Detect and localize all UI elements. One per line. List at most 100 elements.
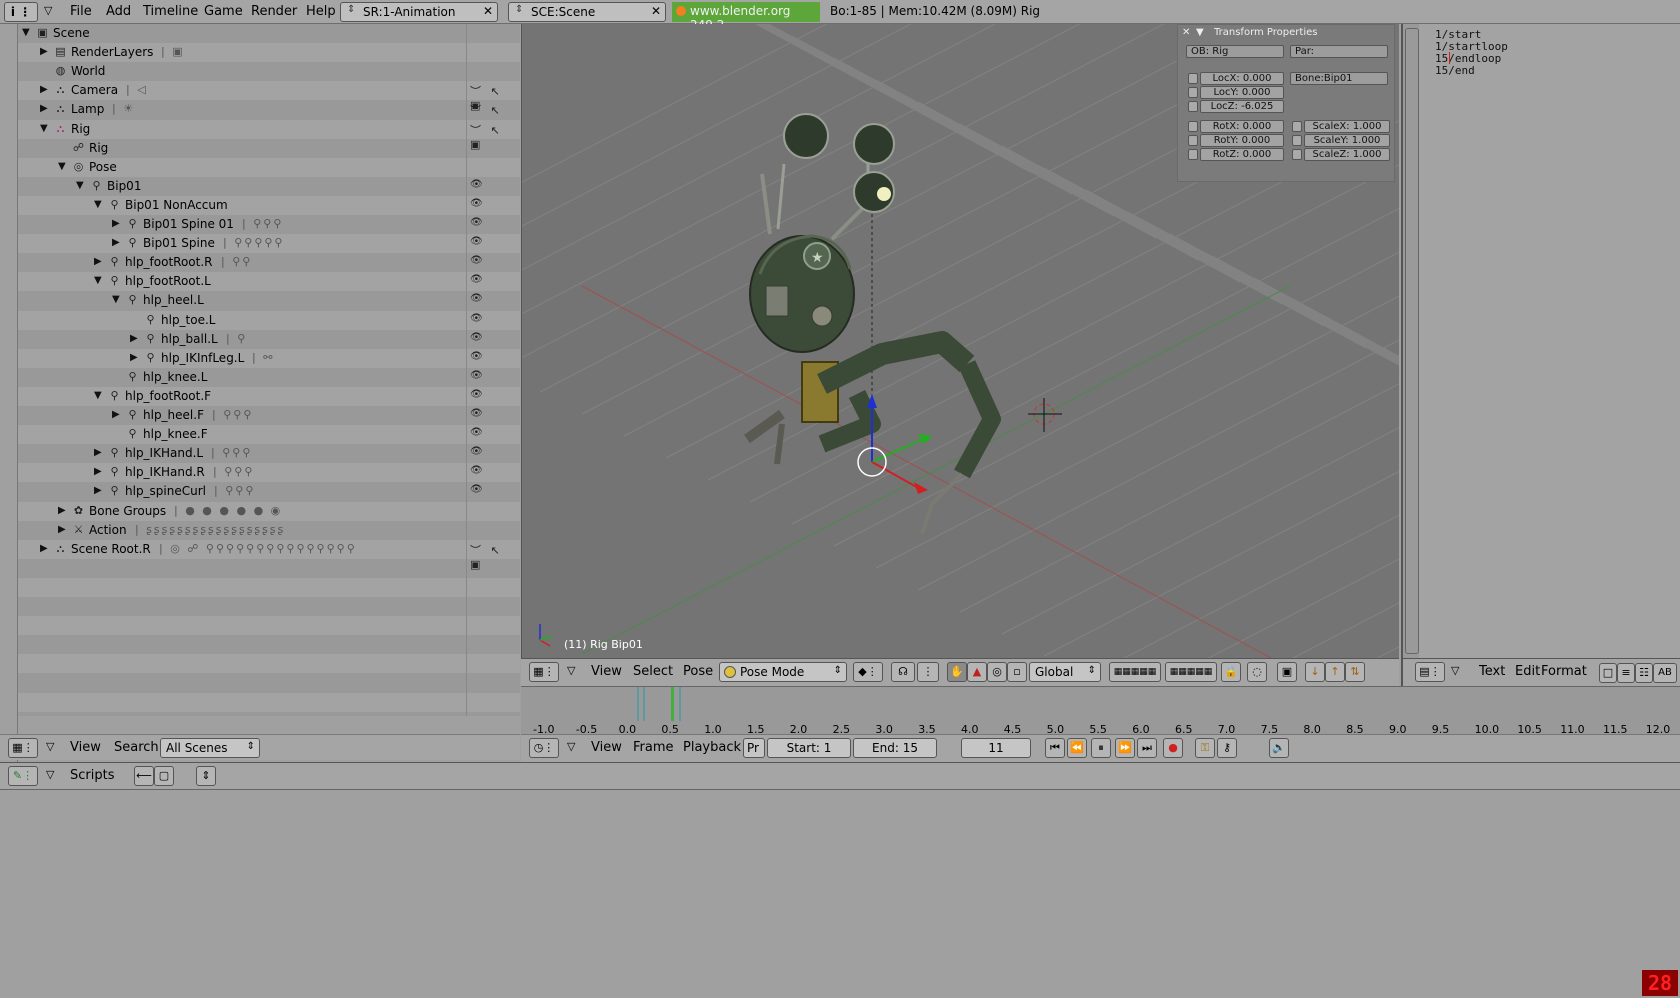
outliner-row[interactable]: ☍ Rig xyxy=(18,139,520,158)
scaley-field[interactable]: ScaleY: 1.000 xyxy=(1304,134,1390,147)
viewport-pose-menu[interactable]: Pose xyxy=(683,664,713,679)
lock-icon[interactable] xyxy=(1188,73,1198,84)
layer-buttons-1[interactable]: ▦▦▦▦▦ xyxy=(1109,662,1161,682)
menu-timeline[interactable]: Timeline xyxy=(143,4,198,19)
pivot-icon[interactable]: ☊ xyxy=(891,662,915,682)
locy-field[interactable]: LocY: 0.000 xyxy=(1200,86,1284,99)
outliner-row[interactable]: ▶⛬Lamp| ☀︶ ↖ ▣ xyxy=(18,100,520,131)
expand-right-icon[interactable]: ▶ xyxy=(130,333,138,344)
viewport-view-menu[interactable]: View xyxy=(591,664,622,679)
timeline-editor-type-icon[interactable]: ◷⋮ xyxy=(529,738,559,758)
locx-field[interactable]: LocX: 0.000 xyxy=(1200,72,1284,85)
outliner-row[interactable]: ⚲ hlp_toe.L 👁 xyxy=(18,310,520,330)
timeline-panel[interactable]: -1.0 -0.5 0.0 0.5 1.0 1.5 2.0 2.5 3.0 3.5 4.0 4.5 5.… xyxy=(521,686,1680,736)
snap-icon[interactable]: ⋮ xyxy=(917,662,939,682)
outliner-row[interactable]: ▶ ⛬ Scene Root.R | ◎ ☍ ⚲⚲⚲⚲⚲⚲⚲⚲⚲⚲⚲⚲⚲⚲⚲ ︶ ↖ ▣ xyxy=(18,539,520,571)
format-menu[interactable]: Format xyxy=(1541,664,1587,679)
outliner-row[interactable]: ▼ ⚲ Bip01 NonAccum 👁 xyxy=(18,195,520,215)
expand-down-icon[interactable]: ▼ xyxy=(94,390,102,401)
menu-add[interactable]: Add xyxy=(106,4,131,19)
onion-skin-icon[interactable]: ◌ xyxy=(1247,662,1267,682)
close-icon[interactable]: ✕ xyxy=(1182,25,1190,40)
expand-right-icon[interactable]: ▶ xyxy=(94,256,102,267)
visibility-eye-icon[interactable]: 👁 xyxy=(470,484,483,495)
scalex-field[interactable]: ScaleX: 1.000 xyxy=(1304,120,1390,133)
lock-icon[interactable] xyxy=(1188,101,1198,112)
lock-icon[interactable] xyxy=(1292,135,1302,146)
outliner-row[interactable]: ⚲ hlp_knee.L 👁 xyxy=(18,368,520,387)
expand-right-icon[interactable]: ▶ xyxy=(40,46,48,57)
expand-right-icon[interactable]: ▶ xyxy=(112,218,120,229)
lock-layers-icon[interactable]: 🔒 xyxy=(1221,662,1241,682)
collapse-icon[interactable]: ▼ xyxy=(1196,25,1204,40)
outliner-row[interactable]: ▶ ✿ Bone Groups | ● ● ● ● ● ◉ xyxy=(18,501,520,521)
blender-url-badge[interactable]: www.blender.org 249.2 xyxy=(672,2,820,32)
menu-game[interactable]: Game xyxy=(204,4,243,19)
menu-help[interactable]: Help xyxy=(306,4,336,19)
viewport-select-menu[interactable]: Select xyxy=(633,664,673,679)
outliner-row[interactable]: ▼ ▣ Scene xyxy=(18,24,520,43)
outliner-row[interactable]: ▼ ⚲ Bip01 👁 xyxy=(18,177,520,196)
rotx-field[interactable]: RotX: 0.000 xyxy=(1200,120,1284,133)
outliner-row[interactable]: ▼ ⚲ hlp_footRoot.F 👁 xyxy=(18,386,520,406)
3d-viewport[interactable]: ★ (11) Rig Bip01 ✕ ▼ Transform Propertie… xyxy=(521,24,1399,658)
outliner-row[interactable]: ▶ ⚲ hlp_IKHand.R | ⚲⚲⚲ 👁 xyxy=(18,463,520,483)
expand-down-icon[interactable]: ▼ xyxy=(94,275,102,286)
expand-right-icon[interactable]: ▶ xyxy=(112,237,120,248)
expand-right-icon[interactable]: ▶ xyxy=(112,409,120,420)
outliner-row[interactable]: ▶ ⚲ hlp_spineCurl | ⚲⚲⚲ 👁 xyxy=(18,482,520,501)
jump-start-icon[interactable]: ⏮ xyxy=(1045,738,1065,758)
outliner-row[interactable]: ▼ ⛬ Rig ︶ ↖ ▣ xyxy=(18,119,520,151)
outliner-editor-type-icon[interactable]: ▦⋮ xyxy=(8,738,38,758)
timeline-frame-menu[interactable]: Frame xyxy=(633,740,674,755)
outliner-row[interactable]: ▶ ⚲ hlp_ball.L | ⚲ 👁 xyxy=(18,330,520,349)
timeline-view-menu[interactable]: View xyxy=(591,740,622,755)
current-frame-field[interactable]: 11 xyxy=(961,738,1031,758)
screen-selector[interactable]: ⇕ SR:1-Animation ✕ xyxy=(340,2,498,22)
script-select-icon[interactable]: ⇕ xyxy=(196,766,216,786)
outliner-row[interactable]: ▼ ⚲ hlp_heel.L 👁 xyxy=(18,291,520,310)
expand-down-icon[interactable]: ▼ xyxy=(58,161,66,172)
visibility-eye-icon[interactable]: 👁 xyxy=(470,179,483,190)
scene-selector[interactable]: ⇕ SCE:Scene ✕ xyxy=(508,2,666,22)
text-editor-panel[interactable]: 1/start 1/startloop 15/endloop 15/end xyxy=(1401,24,1680,658)
mode-select[interactable]: Pose Mode ⇕ xyxy=(719,662,847,682)
header-collapse-icon[interactable]: ▽ xyxy=(46,768,54,781)
visibility-eye-icon[interactable]: 👁 xyxy=(470,293,483,304)
paste-flipped-pose-icon[interactable]: ⇅ xyxy=(1345,662,1365,682)
end-frame-field[interactable]: End: 15 xyxy=(853,738,937,758)
preview-range-button[interactable]: Pr xyxy=(743,738,765,758)
paste-pose-icon[interactable]: ↑ xyxy=(1325,662,1345,682)
info-window-icon[interactable]: i ⋮ xyxy=(4,2,38,22)
outliner-row[interactable]: ⚲ hlp_knee.F 👁 xyxy=(18,425,520,445)
expand-down-icon[interactable]: ▼ xyxy=(112,294,120,305)
text-editor-type-icon[interactable]: ▤⋮ xyxy=(1415,662,1445,682)
back-arrow-icon[interactable]: ⟵ xyxy=(134,766,154,786)
prev-keyframe-icon[interactable]: ⏪ xyxy=(1067,738,1087,758)
expand-right-icon[interactable]: ▶ xyxy=(94,466,102,477)
lock-icon[interactable] xyxy=(1188,149,1198,160)
expand-right-icon[interactable]: ▶ xyxy=(40,543,48,554)
lock-icon[interactable] xyxy=(1292,121,1302,132)
expand-right-icon[interactable]: ▶ xyxy=(40,103,48,114)
outliner-scope-select[interactable]: All Scenes ⇕ xyxy=(160,738,260,758)
visibility-eye-icon[interactable]: 👁 xyxy=(470,332,483,343)
menu-render[interactable]: Render xyxy=(251,4,297,19)
rotate-icon[interactable]: ◎ xyxy=(987,662,1007,682)
outliner-view-menu[interactable]: View xyxy=(70,740,101,755)
pause-icon[interactable]: ⏸ xyxy=(1091,738,1111,758)
expand-right-icon[interactable]: ▶ xyxy=(58,505,66,516)
draw-type-icon[interactable]: ◆⋮ xyxy=(853,662,883,682)
visibility-eye-icon[interactable]: 👁 xyxy=(470,446,483,457)
object-name-field[interactable]: OB: Rig xyxy=(1186,45,1284,58)
copy-pose-icon[interactable]: ↓ xyxy=(1305,662,1325,682)
menu-file[interactable]: File xyxy=(70,4,92,19)
outliner-row[interactable]: ▶ ⚲ hlp_footRoot.R | ⚲⚲ 👁 xyxy=(18,253,520,272)
layer-buttons-2[interactable]: ▦▦▦▦▦ xyxy=(1165,662,1217,682)
outliner-row[interactable]: ▼ ⚲ hlp_footRoot.L 👁 xyxy=(18,272,520,292)
viewport-editor-type-icon[interactable]: ▦⋮ xyxy=(529,662,559,682)
outliner-row[interactable]: ▶ ⚲ hlp_heel.F | ⚲⚲⚲ 👁 xyxy=(18,406,520,425)
header-collapse-icon[interactable]: ▽ xyxy=(1451,664,1459,677)
window-menu-toggle-icon[interactable]: ▽ xyxy=(44,4,52,17)
visibility-eye-icon[interactable]: 👁 xyxy=(470,427,483,438)
